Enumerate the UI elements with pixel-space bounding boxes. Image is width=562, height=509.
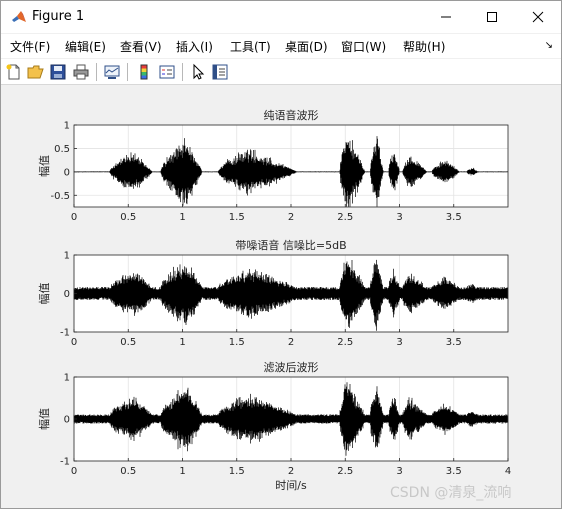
x-tick-label: 3 bbox=[396, 466, 402, 477]
plot-canvas[interactable]: 0 0.5 1 1.5 2 2.5 3 3.510.50-0.5纯语音波形幅值0 0.5 1 1.5… bbox=[0, 85, 560, 507]
x-tick-label: 2.5 bbox=[337, 466, 353, 477]
x-tick-label: 1.5 bbox=[229, 212, 245, 223]
y-tick-label: -0.5 bbox=[50, 191, 70, 202]
menu-help[interactable]: 帮助(H) bbox=[403, 38, 445, 55]
open-file-icon[interactable] bbox=[27, 63, 45, 81]
menu-desktop[interactable]: 桌面(D) bbox=[285, 38, 328, 55]
x-tick-label: 1.5 bbox=[229, 337, 245, 348]
x-tick-label: 0.5 bbox=[120, 337, 136, 348]
menu-window[interactable]: 窗口(W) bbox=[341, 38, 386, 55]
menu-view[interactable]: 查看(V) bbox=[120, 38, 162, 55]
menu-file[interactable]: 文件(F) bbox=[10, 38, 50, 55]
x-tick-label: 0 bbox=[71, 466, 77, 477]
y-tick-label: 1 bbox=[64, 251, 70, 262]
subplot-title: 纯语音波形 bbox=[264, 108, 319, 122]
y-tick-label: -1 bbox=[60, 328, 70, 339]
subplot-1: 0 0.5 1 1.5 2 2.5 3 3.510.50-0.5纯语音波形幅值 bbox=[38, 108, 509, 223]
toolbar-separator bbox=[127, 63, 128, 81]
insert-legend-icon[interactable] bbox=[158, 63, 176, 81]
maximize-icon bbox=[487, 12, 497, 22]
close-button[interactable] bbox=[515, 1, 561, 33]
property-inspector-icon[interactable] bbox=[211, 63, 229, 81]
subplot-2: 0 0.5 1 1.5 2 2.5 3 3.510-1带噪语音 信噪比=5dB幅值 bbox=[38, 238, 509, 348]
menu-tools[interactable]: 工具(T) bbox=[230, 38, 271, 55]
y-tick-label: -1 bbox=[60, 457, 70, 468]
y-axis-label: 幅值 bbox=[38, 283, 51, 305]
x-tick-label: 2.5 bbox=[337, 212, 353, 223]
y-tick-label: 0 bbox=[64, 415, 70, 426]
x-tick-label: 3.5 bbox=[446, 466, 462, 477]
x-tick-label: 1 bbox=[179, 212, 185, 223]
x-tick-label: 4 bbox=[505, 466, 511, 477]
x-tick-label: 3.5 bbox=[446, 337, 462, 348]
y-tick-label: 0 bbox=[64, 167, 70, 178]
window-title: Figure 1 bbox=[32, 9, 85, 24]
x-tick-label: 0 bbox=[71, 337, 77, 348]
x-tick-label: 2 bbox=[288, 212, 294, 223]
watermark: CSDN @清泉_流响 bbox=[390, 485, 512, 501]
x-tick-label: 3 bbox=[396, 337, 402, 348]
new-figure-icon[interactable] bbox=[5, 63, 23, 81]
x-tick-label: 0.5 bbox=[120, 212, 136, 223]
y-axis-label: 幅值 bbox=[38, 408, 51, 430]
y-tick-label: 1 bbox=[64, 373, 70, 384]
x-tick-label: 0.5 bbox=[120, 466, 136, 477]
subplot-title: 滤波后波形 bbox=[264, 361, 319, 374]
y-tick-label: 0 bbox=[64, 289, 70, 300]
subplot-title: 带噪语音 信噪比=5dB bbox=[235, 238, 346, 252]
figure-toolbar bbox=[1, 59, 561, 85]
x-tick-label: 1 bbox=[179, 466, 185, 477]
menu-bar: 文件(F) 编辑(E) 查看(V) 插入(I) 工具(T) 桌面(D) 窗口(W… bbox=[1, 34, 561, 58]
title-bar[interactable]: Figure 1 bbox=[1, 1, 561, 33]
close-icon bbox=[532, 11, 544, 23]
maximize-button[interactable] bbox=[469, 1, 515, 33]
toolbar-separator bbox=[182, 63, 183, 81]
x-tick-label: 3.5 bbox=[446, 212, 462, 223]
menu-insert[interactable]: 插入(I) bbox=[176, 38, 213, 55]
x-tick-label: 0 bbox=[71, 212, 77, 223]
x-tick-label: 2 bbox=[288, 337, 294, 348]
save-icon[interactable] bbox=[49, 63, 67, 81]
link-plot-icon[interactable] bbox=[103, 63, 121, 81]
x-tick-label: 1.5 bbox=[229, 466, 245, 477]
menu-edit[interactable]: 编辑(E) bbox=[65, 38, 106, 55]
y-tick-label: 1 bbox=[64, 121, 70, 132]
y-tick-label: 0.5 bbox=[54, 144, 70, 155]
insert-colorbar-icon[interactable] bbox=[135, 63, 153, 81]
minimize-button[interactable] bbox=[423, 1, 469, 33]
y-axis-label: 幅值 bbox=[38, 155, 51, 177]
menu-expand-icon[interactable]: ↘ bbox=[545, 40, 553, 51]
x-tick-label: 2.5 bbox=[337, 337, 353, 348]
minimize-icon bbox=[441, 16, 451, 18]
x-tick-label: 3 bbox=[396, 212, 402, 223]
pointer-icon[interactable] bbox=[189, 63, 207, 81]
print-icon[interactable] bbox=[72, 63, 90, 81]
x-tick-label: 2 bbox=[288, 466, 294, 477]
toolbar-separator bbox=[96, 63, 97, 81]
x-axis-label: 时间/s bbox=[275, 479, 307, 492]
x-tick-label: 1 bbox=[179, 337, 185, 348]
subplot-3: 0 0.5 1 1.5 2 2.5 3 3.5 410-1滤波后波形幅值时间/s bbox=[38, 361, 511, 492]
matlab-logo-icon bbox=[12, 11, 26, 22]
